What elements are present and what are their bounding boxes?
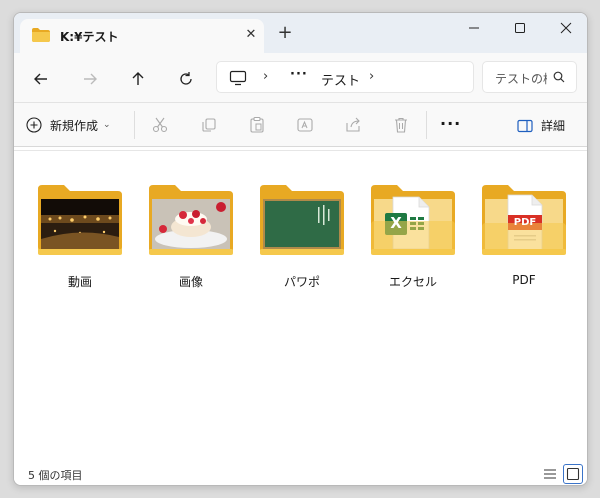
title-bar: K:¥テスト ✕ +: [14, 13, 587, 53]
folder-item-pdf[interactable]: PDF PDF: [474, 169, 574, 287]
file-view: 動画 画像 パワポ X エクセル PDF PDF: [14, 151, 587, 461]
pdf-badge-text: PDF: [513, 217, 537, 228]
chevron-right-icon[interactable]: ›: [369, 69, 374, 84]
more-locations-button[interactable]: ···: [290, 67, 308, 82]
back-button[interactable]: [27, 65, 55, 93]
close-button[interactable]: [543, 13, 587, 43]
explorer-window: K:¥テスト ✕ + › ··· テスト › テストの 新規作成 ⌄ ··· 詳…: [13, 12, 588, 486]
divider: [134, 111, 135, 139]
folder-item-excel[interactable]: X エクセル: [363, 169, 463, 289]
close-icon: [560, 22, 572, 34]
new-button[interactable]: 新規作成 ⌄: [26, 111, 111, 139]
trash-icon: [395, 117, 407, 133]
tab-title: K:¥テスト: [60, 30, 119, 44]
rename-button[interactable]: [293, 113, 317, 137]
paste-icon: [250, 116, 264, 133]
large-icons-view-button[interactable]: [563, 464, 583, 484]
refresh-button[interactable]: [172, 65, 200, 93]
new-button-label: 新規作成: [50, 118, 99, 133]
folder-presentation-thumbnail-icon: [260, 185, 344, 255]
details-pane-icon: [517, 119, 533, 132]
details-view-button[interactable]: [540, 464, 560, 484]
search-input[interactable]: テストの検索: [495, 70, 547, 87]
close-tab-icon[interactable]: ✕: [242, 26, 260, 44]
plus-circle-icon: [26, 117, 42, 133]
scissors-icon: [152, 117, 168, 133]
command-bar: 新規作成 ⌄ ··· 詳細: [14, 103, 587, 147]
details-label: 詳細: [541, 119, 566, 133]
refresh-icon: [180, 72, 192, 85]
search-icon: [553, 71, 565, 83]
new-tab-button[interactable]: +: [275, 23, 295, 43]
folder-item-image[interactable]: 画像: [141, 169, 241, 289]
item-name: パワポ: [283, 275, 320, 289]
status-bar: 5 個の項目: [14, 461, 587, 485]
folder-item-video[interactable]: 動画: [30, 169, 130, 289]
arrow-up-icon: [132, 72, 144, 85]
paste-button[interactable]: [245, 113, 269, 137]
minimize-button[interactable]: [451, 13, 497, 43]
item-name: エクセル: [388, 275, 437, 289]
copy-icon: [202, 118, 216, 132]
share-icon: [346, 117, 360, 132]
tiles-view-icon: [566, 467, 580, 481]
copy-button[interactable]: [197, 113, 221, 137]
folder-excel-icon: [371, 185, 455, 255]
share-button[interactable]: [341, 113, 365, 137]
list-view-icon: [544, 469, 556, 479]
tab-current[interactable]: K:¥テスト ✕: [20, 19, 264, 53]
folder-image-thumbnail-icon: [149, 185, 233, 255]
breadcrumb-current[interactable]: テスト: [321, 70, 360, 89]
item-count: 5 個の項目: [28, 469, 83, 482]
divider: [426, 111, 427, 139]
up-button[interactable]: [124, 65, 152, 93]
item-name: 動画: [67, 275, 92, 289]
folder-video-thumbnail-icon: [38, 185, 122, 255]
maximize-button[interactable]: [497, 13, 543, 43]
minimize-icon: [469, 27, 479, 29]
excel-badge-text: X: [390, 214, 402, 232]
rename-icon: [297, 118, 313, 132]
folder-icon: [32, 28, 50, 42]
delete-button[interactable]: [389, 113, 413, 137]
folder-item-powerpoint[interactable]: パワポ: [252, 169, 352, 289]
cut-button[interactable]: [148, 113, 172, 137]
address-bar[interactable]: › ··· テスト ›: [216, 61, 474, 93]
chevron-right-icon[interactable]: ›: [263, 69, 268, 84]
chevron-down-icon: ⌄: [103, 120, 111, 130]
more-options-button[interactable]: ···: [440, 114, 461, 133]
item-name: 画像: [178, 275, 203, 289]
this-pc-icon: [229, 70, 247, 86]
forward-button[interactable]: [76, 65, 104, 93]
arrow-right-icon: [84, 73, 97, 85]
search-box[interactable]: テストの検索: [482, 61, 577, 93]
details-pane-button[interactable]: 詳細: [517, 117, 565, 134]
arrow-left-icon: [34, 73, 47, 85]
maximize-icon: [515, 23, 525, 33]
navigation-bar: › ··· テスト › テストの検索: [14, 53, 587, 103]
item-name: PDF: [512, 273, 536, 287]
